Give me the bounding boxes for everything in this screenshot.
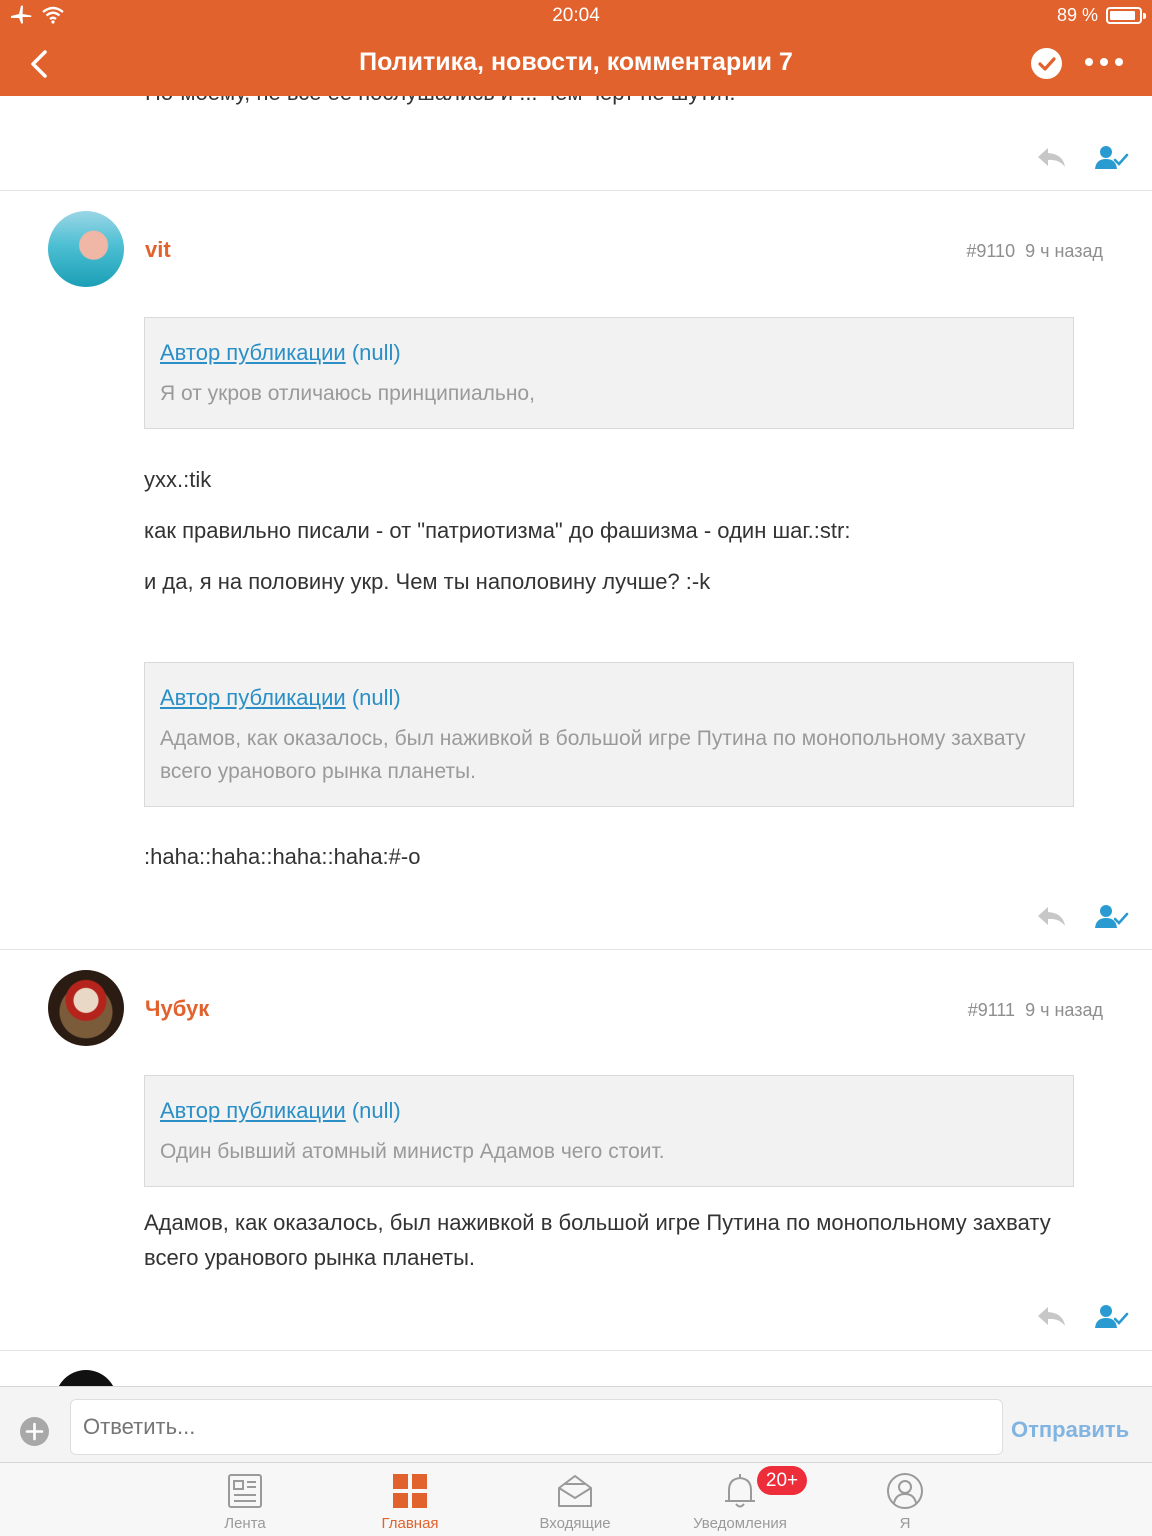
quote-text: Один бывший атомный министр Адамов чего … (160, 1140, 665, 1163)
tab-label: Входящие (539, 1515, 611, 1532)
feed-icon (228, 1474, 262, 1508)
comment-time: 9 ч назад (1025, 241, 1103, 261)
quote-author-suffix: (null) (351, 685, 401, 710)
quote-author-link[interactable]: Автор публикации (160, 340, 346, 365)
battery-percent: 89 % (1056, 5, 1098, 25)
plus-icon[interactable] (20, 1417, 49, 1446)
comments-list[interactable]: По-моему, не все ее послушались и ... че… (0, 96, 1152, 1386)
quote-author-link[interactable]: Автор публикации (160, 1098, 346, 1123)
tab-label: Лента (224, 1515, 266, 1532)
tab-bar: Лента Главная Входящие Уведомления Я (0, 1462, 1152, 1536)
quote-author-link[interactable]: Автор публикации (160, 685, 346, 710)
tab-profile[interactable]: Я (820, 1463, 990, 1536)
quote-text: Я от укров отличаюсь принципиально, (160, 382, 535, 405)
comment-line: и да, я на половину укр. Чем ты наполови… (144, 569, 711, 594)
tab-label: Главная (381, 1515, 439, 1532)
home-grid-icon (393, 1474, 427, 1508)
avatar[interactable] (48, 970, 124, 1046)
quote-author-suffix: (null) (351, 340, 401, 365)
quote-block: Автор публикации (null) Я от укров отлич… (144, 317, 1074, 429)
top-bar: 20:04 89 % Политика, новости, комментари… (0, 0, 1152, 96)
user-check-icon[interactable] (1094, 144, 1130, 172)
comment-number: #9111 (967, 1000, 1016, 1020)
reply-icon[interactable] (1034, 1303, 1070, 1331)
page-title: Политика, новости, комментарии 7 (359, 48, 793, 76)
user-check-icon[interactable] (1094, 1303, 1130, 1331)
notification-badge: 20+ (757, 1466, 807, 1495)
quote-author-suffix: (null) (351, 1098, 401, 1123)
divider (0, 190, 1152, 191)
reply-bar: Отправить (0, 1386, 1152, 1462)
quote-header: Автор публикации (null) (160, 1098, 1058, 1124)
profile-icon (887, 1473, 923, 1509)
tab-home[interactable]: Главная (325, 1463, 495, 1536)
tab-label: Я (899, 1515, 911, 1532)
bell-icon (725, 1474, 755, 1508)
reply-icon[interactable] (1034, 144, 1070, 172)
comment-time: 9 ч назад (1025, 1000, 1103, 1020)
comment-meta: #9111 9 ч назад (968, 1000, 1103, 1021)
tab-feed[interactable]: Лента (160, 1463, 330, 1536)
more-icon[interactable] (1085, 58, 1123, 66)
previous-comment-text: По-моему, не все ее послушались и ... че… (145, 96, 736, 106)
comment-author[interactable]: Чубук (145, 996, 209, 1022)
tab-inbox[interactable]: Входящие (490, 1463, 660, 1536)
quote-block: Автор публикации (null) Один бывший атом… (144, 1075, 1074, 1187)
comment-line: yxx.:tik (144, 467, 212, 492)
divider (0, 949, 1152, 950)
reply-icon[interactable] (1034, 903, 1070, 931)
comment-line: :haha::haha::haha::haha:#-o (144, 844, 421, 869)
tab-label: Уведомления (693, 1515, 787, 1532)
comment-author[interactable]: vit (145, 237, 171, 263)
battery-icon (1106, 7, 1146, 24)
inbox-icon (558, 1475, 592, 1507)
avatar[interactable] (48, 211, 124, 287)
comment-line: как правильно писали - от "патриотизма" … (144, 518, 851, 543)
send-button[interactable]: Отправить (1011, 1417, 1129, 1443)
check-circle-icon[interactable] (1031, 48, 1062, 79)
nav-bar: Политика, новости, комментарии 7 (0, 32, 1152, 96)
status-right: 89 % (1056, 5, 1146, 26)
quote-header: Автор публикации (null) (160, 685, 1058, 711)
quote-text: Адамов, как оказалось, был наживкой в бо… (160, 727, 1026, 783)
comment-meta: #9110 9 ч назад (966, 241, 1103, 262)
avatar[interactable] (55, 1370, 117, 1386)
status-time: 20:04 (552, 5, 600, 26)
quote-header: Автор публикации (null) (160, 340, 1058, 366)
comment-line: Адамов, как оказалось, был наживкой в бо… (144, 1210, 1051, 1270)
reply-input[interactable] (70, 1399, 1003, 1455)
quote-block: Автор публикации (null) Адамов, как оказ… (144, 662, 1074, 807)
status-bar: 20:04 89 % (0, 0, 1152, 32)
user-check-icon[interactable] (1094, 903, 1130, 931)
comment-number: #9110 (966, 241, 1016, 261)
divider (0, 1350, 1152, 1351)
